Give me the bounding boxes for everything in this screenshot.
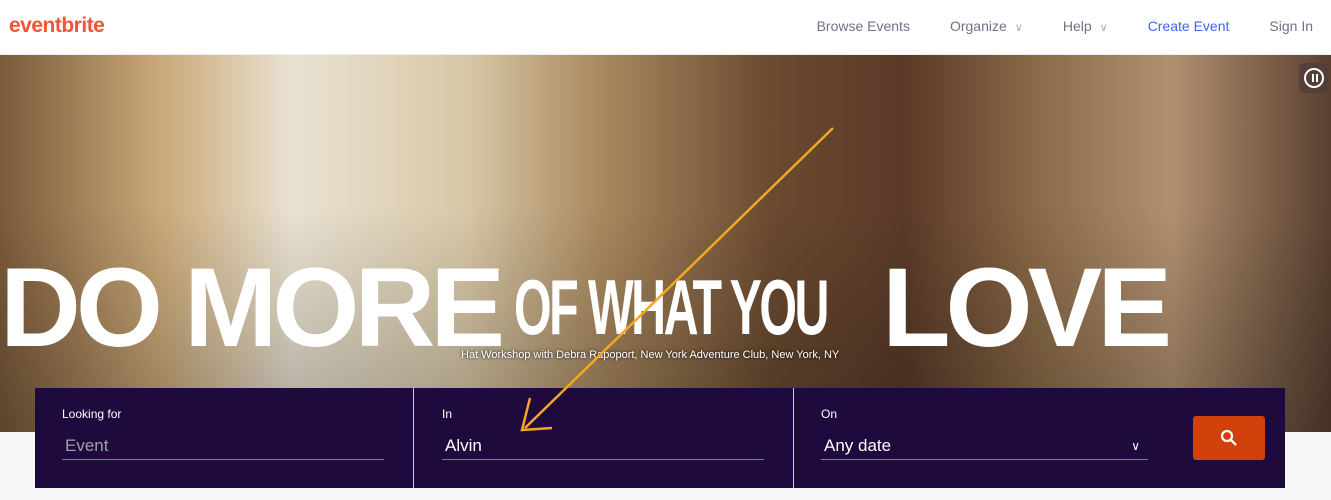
nav-sign-in[interactable]: Sign In <box>1269 18 1313 34</box>
headline-part: DO MORE <box>0 245 505 370</box>
headline-part: OF <box>514 263 579 351</box>
pause-icon <box>1304 68 1324 88</box>
nav-organize[interactable]: Organize ∨ <box>950 18 1023 34</box>
nav-label: Create Event <box>1147 18 1230 34</box>
search-button[interactable] <box>1193 416 1265 460</box>
nav-label: Browse Events <box>816 18 910 34</box>
hero-caption: Hat Workshop with Debra Rapoport, New Yo… <box>461 349 840 361</box>
top-nav: Browse Events Organize ∨ Help ∨ Create Eve… <box>817 18 1313 34</box>
chevron-down-icon: ∨ <box>1099 22 1108 34</box>
header: eventbrite Browse Events Organize ∨ Help ∨… <box>0 0 1331 55</box>
pause-button[interactable] <box>1299 63 1329 93</box>
chevron-down-icon: ∨ <box>1014 22 1023 34</box>
chevron-down-icon: ∨ <box>1131 439 1140 453</box>
nav-label: Organize <box>949 18 1007 34</box>
eventbrite-logo[interactable]: eventbrite <box>9 14 105 38</box>
nav-label: Sign In <box>1269 18 1313 34</box>
date-value: Any date <box>824 436 892 455</box>
search-bar: Looking for Event In Alvin On Any date ∨ <box>35 388 1285 488</box>
field-label: Looking for <box>62 407 122 421</box>
hero-image <box>0 55 1331 432</box>
date-select[interactable]: Any date ∨ <box>821 436 1148 460</box>
nav-help[interactable]: Help ∨ <box>1063 18 1108 34</box>
nav-create-event[interactable]: Create Event <box>1148 18 1230 34</box>
event-input[interactable]: Event <box>62 436 384 460</box>
date-field: On Any date ∨ <box>794 388 1194 488</box>
location-input[interactable]: Alvin <box>442 436 764 460</box>
field-label: In <box>442 407 453 421</box>
search-icon <box>1220 429 1237 446</box>
headline-part: WHAT YOU <box>588 263 829 351</box>
looking-for-field: Looking for Event <box>35 388 414 488</box>
field-label: On <box>821 407 838 421</box>
nav-label: Help <box>1062 18 1092 34</box>
hero-headline: DO MORE OF WHAT YOU LOVE <box>0 245 1331 370</box>
hero-banner: DO MORE OF WHAT YOU LOVE Hat Workshop wi… <box>0 55 1331 432</box>
headline-part: LOVE <box>882 245 1172 370</box>
nav-browse-events[interactable]: Browse Events <box>817 18 910 34</box>
location-field: In Alvin <box>414 388 794 488</box>
